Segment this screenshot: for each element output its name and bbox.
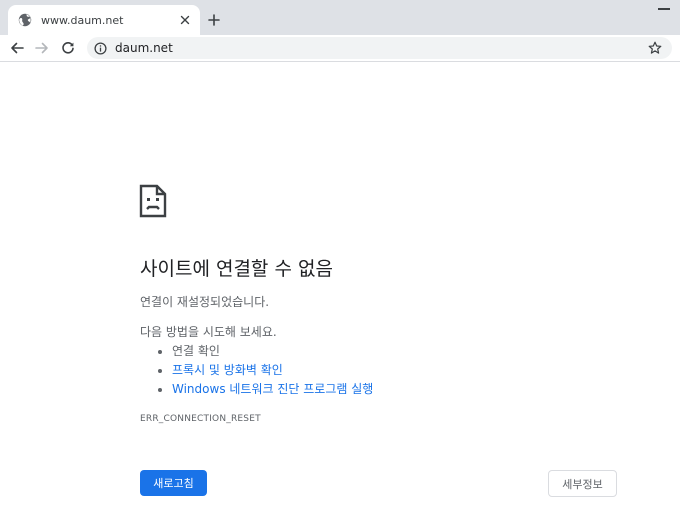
error-message: 연결이 재설정되었습니다. — [140, 295, 270, 309]
minimize-icon[interactable] — [658, 8, 670, 10]
sad-page-icon — [139, 184, 167, 218]
suggestion-run-network-diagnostics[interactable]: Windows 네트워크 진단 프로그램 실행 — [158, 380, 373, 399]
suggestion-check-connection: 연결 확인 — [158, 342, 373, 361]
suggestion-check-proxy-firewall[interactable]: 프록시 및 방화벽 확인 — [158, 361, 373, 380]
back-arrow-icon[interactable] — [8, 39, 26, 57]
plus-icon[interactable] — [205, 11, 223, 29]
error-code: ERR_CONNECTION_RESET — [140, 414, 261, 424]
tab-title: www.daum.net — [41, 13, 124, 27]
globe-icon — [18, 13, 32, 27]
suggestions-list: 연결 확인 프록시 및 방화벽 확인 Windows 네트워크 진단 프로그램 … — [158, 342, 373, 399]
info-icon[interactable] — [94, 41, 107, 55]
url-text[interactable]: daum.net — [115, 41, 648, 55]
omnibox[interactable]: daum.net — [87, 37, 672, 59]
details-button[interactable]: 세부정보 — [548, 470, 617, 497]
browser-toolbar: daum.net — [0, 35, 680, 62]
star-icon[interactable] — [648, 41, 662, 55]
try-intro: 다음 방법을 시도해 보세요. — [140, 325, 277, 339]
error-title: 사이트에 연결할 수 없음 — [140, 258, 333, 280]
reload-button[interactable]: 새로고침 — [140, 470, 207, 496]
close-icon[interactable] — [178, 13, 192, 27]
forward-arrow-icon[interactable] — [33, 39, 51, 57]
tab-daum[interactable]: www.daum.net — [8, 5, 200, 35]
tab-strip: www.daum.net — [0, 0, 680, 35]
reload-icon[interactable] — [59, 39, 77, 57]
